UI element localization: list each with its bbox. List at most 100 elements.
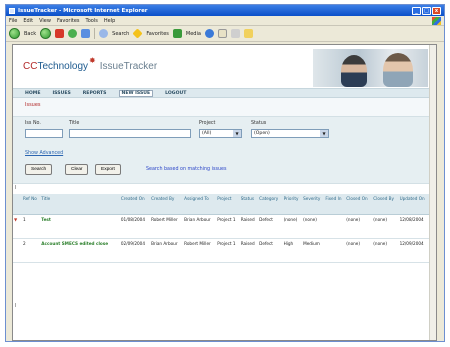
- column-header-status[interactable]: Status: [239, 194, 259, 215]
- issue-no-input[interactable]: [25, 129, 63, 138]
- column-header-assigned-to[interactable]: Assigned To: [183, 194, 217, 215]
- cell-closed-on: (none): [345, 214, 373, 239]
- menu-bar: File Edit View Favorites Tools Help: [6, 16, 444, 26]
- window-title: IssueTracker - Microsoft Internet Explor…: [18, 7, 148, 14]
- cell-severity: (none): [302, 214, 325, 239]
- column-header-created-by[interactable]: Created By: [150, 194, 184, 215]
- vertical-scrollbar[interactable]: [429, 45, 436, 340]
- column-header-severity[interactable]: Severity: [302, 194, 325, 215]
- column-header-closed-by[interactable]: Closed By: [372, 194, 399, 215]
- logo-cc: CC: [23, 61, 38, 72]
- column-header-closed-on[interactable]: Closed On: [345, 194, 373, 215]
- column-header-ref-no[interactable]: Ref No: [22, 194, 41, 215]
- cell-status: Raised: [239, 238, 259, 263]
- row-marker-icon: ▼: [13, 214, 22, 239]
- nav-home[interactable]: HOME: [25, 91, 40, 96]
- search-icon[interactable]: [99, 29, 109, 38]
- table-header-row: Ref No Title Created On Created By Assig…: [13, 194, 430, 215]
- chevron-down-icon[interactable]: ▼: [233, 130, 241, 137]
- cell-priority: High: [282, 238, 303, 263]
- nav-reports[interactable]: REPORTS: [83, 91, 107, 96]
- favorites-icon[interactable]: [132, 28, 143, 39]
- cell-title-link[interactable]: Account SMECS edited close: [40, 238, 120, 263]
- mail-icon[interactable]: [217, 29, 227, 38]
- cell-priority: (none): [282, 214, 303, 239]
- column-header-title[interactable]: Title: [40, 194, 120, 215]
- nav-issues[interactable]: ISSUES: [52, 91, 70, 96]
- menu-file[interactable]: File: [9, 18, 17, 24]
- stop-icon[interactable]: [55, 29, 65, 38]
- nav-new-issue[interactable]: NEW ISSUE: [118, 89, 154, 97]
- title-input[interactable]: [69, 129, 191, 138]
- cell-updated-on: 12/08/2004: [398, 214, 430, 239]
- menu-tools[interactable]: Tools: [86, 18, 98, 24]
- site-logo[interactable]: CC Technology ✸ IssueTracker: [23, 56, 158, 72]
- menu-help[interactable]: Help: [104, 18, 115, 24]
- cell-project: Project 1: [216, 238, 240, 263]
- menu-edit[interactable]: Edit: [23, 18, 33, 24]
- status-select-value: (Open): [254, 131, 270, 136]
- column-header-priority[interactable]: Priority: [282, 194, 303, 215]
- table-bottom-marker: I: [15, 303, 17, 309]
- print-icon[interactable]: [230, 29, 240, 38]
- issue-no-label: Iss No.: [25, 121, 41, 126]
- export-button[interactable]: Export: [95, 164, 121, 175]
- home-icon[interactable]: [81, 29, 91, 38]
- media-icon[interactable]: [172, 29, 182, 38]
- cell-ref-no: 2: [22, 238, 41, 263]
- project-select[interactable]: (All) ▼: [199, 129, 242, 138]
- clear-button[interactable]: Clear: [65, 164, 89, 175]
- cell-ref-no: 1: [22, 214, 41, 239]
- column-header-created-on[interactable]: Created On: [119, 194, 151, 215]
- menu-view[interactable]: View: [39, 18, 51, 24]
- show-advanced-link[interactable]: Show Advanced: [25, 151, 63, 156]
- forward-icon[interactable]: [40, 28, 52, 39]
- cell-closed-by: (none): [372, 238, 399, 263]
- column-header-category[interactable]: Category: [258, 194, 283, 215]
- maximize-button[interactable]: □: [422, 6, 431, 15]
- back-icon[interactable]: [9, 28, 20, 39]
- history-icon[interactable]: [204, 29, 214, 38]
- toolbar: Back Search Favorites Media: [6, 26, 444, 42]
- chevron-down-icon[interactable]: ▼: [320, 130, 328, 137]
- close-button[interactable]: x: [432, 6, 441, 15]
- cell-fixed-in: [324, 214, 346, 239]
- cell-project: Project 1: [216, 214, 240, 239]
- cell-created-on: 01/08/2004: [119, 214, 151, 239]
- cell-title-link[interactable]: Test: [40, 214, 120, 239]
- browser-window: IssueTracker - Microsoft Internet Explor…: [5, 4, 445, 342]
- column-header-updated-on[interactable]: Updated On: [398, 194, 430, 215]
- table-row[interactable]: ▼ 1 Test 01/08/2004 Robert Miller Brian …: [13, 214, 430, 239]
- marker-header: [13, 194, 22, 215]
- cell-status: Raised: [239, 214, 259, 239]
- search-help-text: Search based on matching issues: [146, 167, 227, 172]
- toolbar-separator: [94, 28, 96, 39]
- cell-closed-by: (none): [372, 214, 399, 239]
- logo-issuetracker: IssueTracker: [99, 61, 158, 72]
- column-header-fixed-in[interactable]: Fixed In: [324, 194, 346, 215]
- folder-icon[interactable]: [243, 29, 253, 38]
- project-label: Project: [199, 121, 216, 126]
- back-label[interactable]: Back: [24, 31, 36, 37]
- logo-star-icon: ✸: [89, 56, 96, 65]
- table-row[interactable]: 2 Account SMECS edited close 02/09/2004 …: [13, 238, 430, 263]
- nav-logout[interactable]: LOGOUT: [165, 91, 186, 96]
- column-header-project[interactable]: Project: [216, 194, 240, 215]
- menu-favorites[interactable]: Favorites: [57, 18, 80, 24]
- cell-category: Defect: [258, 214, 283, 239]
- refresh-icon[interactable]: [68, 29, 78, 38]
- title-label: Title: [69, 121, 80, 126]
- cell-closed-on: (none): [345, 238, 373, 263]
- main-nav: HOME ISSUES REPORTS NEW ISSUE LOGOUT: [13, 88, 436, 98]
- favorites-label[interactable]: Favorites: [146, 31, 169, 37]
- issues-table-wrap: Ref No Title Created On Created By Assig…: [13, 194, 430, 304]
- search-label[interactable]: Search: [112, 31, 129, 37]
- status-select[interactable]: (Open) ▼: [251, 129, 329, 138]
- search-button[interactable]: Search: [25, 164, 53, 175]
- title-bar: IssueTracker - Microsoft Internet Explor…: [6, 5, 444, 16]
- media-label[interactable]: Media: [186, 31, 201, 37]
- person-image: [341, 55, 367, 87]
- minimize-button[interactable]: _: [412, 6, 421, 15]
- ie-icon: [9, 7, 15, 14]
- cell-created-on: 02/09/2004: [119, 238, 151, 263]
